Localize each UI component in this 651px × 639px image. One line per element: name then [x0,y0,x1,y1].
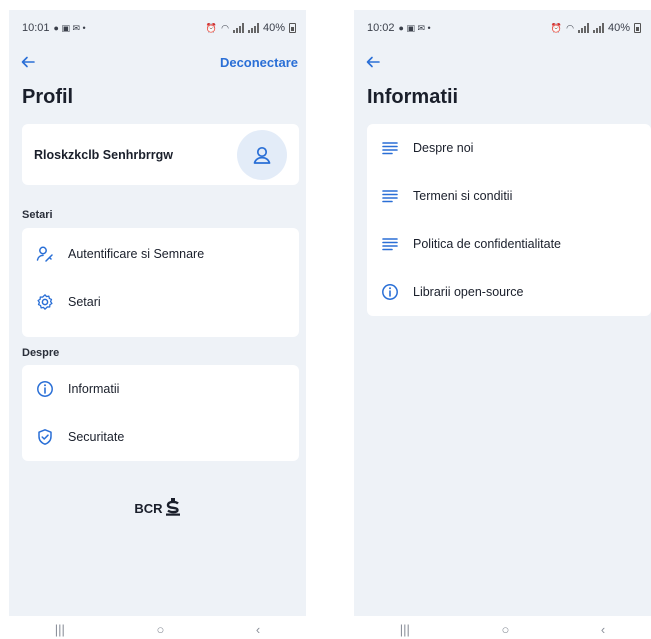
shield-icon [36,428,54,446]
info-icon [36,380,54,398]
wifi-icon: ◠ [566,22,574,33]
home-button[interactable]: ○ [501,622,509,637]
menu-item-securitate[interactable]: Securitate [22,413,299,461]
logout-button[interactable]: Deconectare [220,55,298,70]
section-label-despre: Despre [22,347,60,359]
profile-screen: 10:01 ● ▣ ✉ • ⏰ ◠ 40% Deconectare Profil… [9,10,306,616]
home-button[interactable]: ○ [156,622,164,637]
informatii-screen: 10:02 ● ▣ ✉ • ⏰ ◠ 40% Informatii Despre … [354,10,651,616]
informatii-card: Despre noi Termeni si conditii Politica … [367,124,651,316]
gear-icon [36,293,54,311]
battery-percent: 40% [262,22,285,34]
status-time: 10:01 [22,22,50,34]
lines-icon [381,235,399,253]
notification-icons: ● ▣ ✉ • [53,22,86,33]
menu-item-label: Politica de confidentialitate [413,237,562,251]
menu-item-label: Librarii open-source [413,285,524,299]
back-arrow-icon[interactable] [365,53,383,71]
android-nav-bar: ||| ○ ‹ [9,620,306,639]
user-icon [253,146,271,164]
menu-item-label: Securitate [68,430,125,444]
menu-item-label: Autentificare si Semnare [68,247,205,261]
menu-item-librarii[interactable]: Librarii open-source [367,268,651,316]
menu-item-despre-noi[interactable]: Despre noi [367,124,651,172]
menu-item-label: Informatii [68,382,120,396]
user-key-icon [36,245,54,263]
back-arrow-icon[interactable] [20,53,38,71]
wifi-icon: ◠ [221,22,229,33]
profile-name: Rloskzkclb Senhrbrrgw [34,147,173,162]
signal-icon-2 [592,23,604,33]
menu-item-autentificare[interactable]: Autentificare si Semnare [22,230,299,278]
battery-icon [289,23,296,33]
nav-back-button[interactable]: ‹ [601,622,605,637]
logo-text: BCR [134,501,163,516]
signal-icon-2 [247,23,259,33]
avatar[interactable] [237,129,287,180]
signal-icon [232,23,244,33]
page-title: Informatii [367,86,459,108]
menu-item-label: Setari [68,295,101,309]
lines-icon [381,139,399,157]
menu-item-setari[interactable]: Setari [22,278,299,326]
notification-icons: ● ▣ ✉ • [398,22,431,33]
signal-icon [577,23,589,33]
top-bar [354,50,651,74]
menu-item-label: Termeni si conditii [413,189,513,203]
alarm-icon: ⏰ [205,22,218,33]
page-title: Profil [22,86,74,108]
android-nav-bar: ||| ○ ‹ [354,620,651,639]
battery-icon [634,23,641,33]
menu-item-politica[interactable]: Politica de confidentialitate [367,220,651,268]
alarm-icon: ⏰ [550,22,563,33]
lines-icon [381,187,399,205]
setari-card: Autentificare si Semnare Setari [22,228,299,337]
bcr-logo: BCR [9,498,306,519]
nav-back-button[interactable]: ‹ [256,622,260,637]
menu-item-informatii[interactable]: Informatii [22,365,299,413]
status-time: 10:02 [367,22,395,34]
recent-apps-button[interactable]: ||| [55,622,65,637]
status-bar: 10:01 ● ▣ ✉ • ⏰ ◠ 40% [9,10,306,46]
battery-percent: 40% [607,22,630,34]
info-icon [381,283,399,301]
section-label-setari: Setari [22,209,53,221]
despre-card: Informatii Securitate [22,365,299,461]
profile-card[interactable]: Rloskzkclb Senhrbrrgw [22,124,299,185]
recent-apps-button[interactable]: ||| [400,622,410,637]
status-bar: 10:02 ● ▣ ✉ • ⏰ ◠ 40% [354,10,651,46]
screenshot-stage: 10:01 ● ▣ ✉ • ⏰ ◠ 40% Deconectare Profil… [0,0,651,639]
top-bar: Deconectare [9,50,306,74]
menu-item-label: Despre noi [413,141,474,155]
menu-item-termeni[interactable]: Termeni si conditii [367,172,651,220]
bcr-s-icon [165,498,181,519]
